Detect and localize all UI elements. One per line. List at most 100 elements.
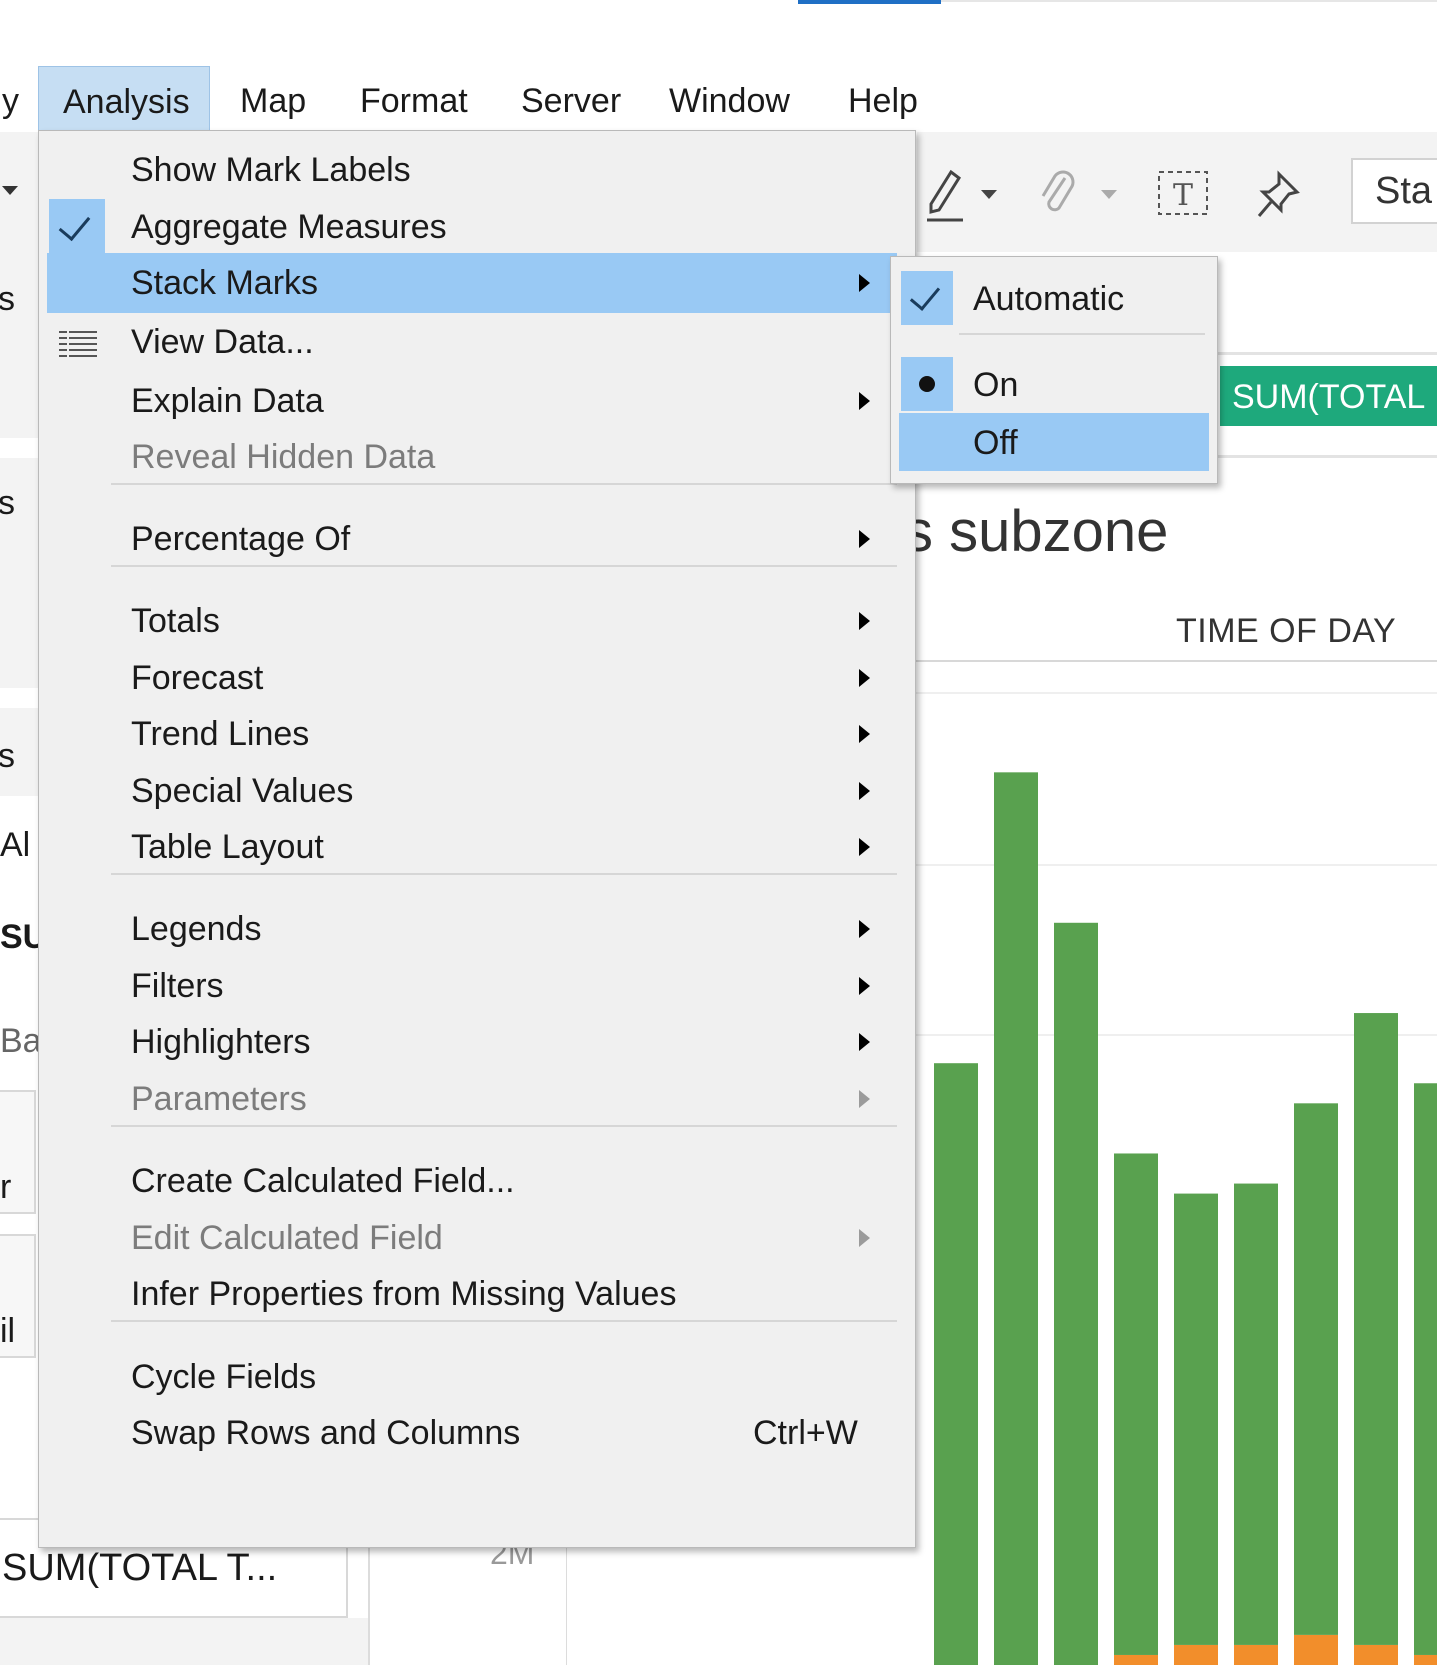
submenu-arrow-icon [859,669,870,687]
menu-item-label: Parameters [131,1080,307,1118]
menu-item-label: Filters [131,967,224,1005]
menu-item-create-calculated-field[interactable]: Create Calculated Field... [47,1151,897,1211]
submenu-arrow-icon [859,392,870,410]
bar-segment-green[interactable] [1294,1103,1338,1635]
menu-item-show-mark-labels[interactable]: Show Mark Labels [47,140,897,200]
menu-item-label: View Data... [131,323,314,361]
menu-server[interactable]: Server [497,66,645,130]
menu-item-special-values[interactable]: Special Values [47,761,897,821]
menu-item-label: Infer Properties from Missing Values [131,1275,677,1313]
rows-measure-pill[interactable]: SUM(TOTAL [1220,366,1437,426]
menu-item-reveal-hidden-data: Reveal Hidden Data [47,427,897,487]
menu-item-forecast[interactable]: Forecast [47,648,897,708]
chevron-down-icon[interactable] [1101,190,1117,199]
submenu-arrow-icon [859,530,870,548]
menu-item-stack-marks[interactable]: Stack Marks [47,253,897,313]
menu-item-highlighters[interactable]: Highlighters [47,1012,897,1072]
submenu-arrow-icon [859,612,870,630]
menu-analysis[interactable]: Analysis [38,66,210,130]
menu-item-table-layout[interactable]: Table Layout [47,817,897,877]
menu-item-percentage-of[interactable]: Percentage Of [47,509,897,569]
menu-map[interactable]: Map [216,66,330,130]
bar-segment-green[interactable] [1234,1183,1278,1645]
submenu-arrow-icon [859,1090,870,1108]
mark-type-select[interactable]: Ba [0,1022,42,1061]
bar-segment-green[interactable] [1354,1013,1398,1645]
menu-item-filters[interactable]: Filters [47,956,897,1016]
menu-item-view-data[interactable]: View Data... [47,312,897,372]
menu-item-parameters: Parameters [47,1069,897,1129]
left-panel-footer [0,1618,370,1665]
menu-item-infer-properties[interactable]: Infer Properties from Missing Values [47,1264,897,1324]
menu-item-legends[interactable]: Legends [47,899,897,959]
menu-item-label: Aggregate Measures [131,208,447,246]
bar-segment-green[interactable] [1054,922,1098,1665]
menu-item-label: Legends [131,910,262,948]
menu-item-label: Edit Calculated Field [131,1219,443,1257]
bar-segment-green[interactable] [1414,1083,1437,1655]
menu-separator [959,333,1205,335]
menu-window[interactable]: Window [645,66,814,130]
bar-segment-orange[interactable] [1354,1644,1398,1665]
submenu-item-label: On [973,366,1019,404]
bar-segment-green[interactable] [934,1063,978,1665]
check-icon [49,199,105,255]
marks-all-label: Al [0,826,31,864]
bar-chart [934,772,1437,1665]
show-me-button[interactable]: Sta [1351,158,1437,224]
text-box-icon[interactable]: T [1157,170,1209,226]
submenu-item-off[interactable]: Off [899,413,1209,471]
menu-item-label: Percentage Of [131,520,351,558]
menu-item-label: Trend Lines [131,715,310,753]
menu-help[interactable]: Help [824,66,942,130]
bar-segment-green[interactable] [1114,1153,1158,1655]
highlight-pen-icon[interactable] [925,168,965,234]
menu-separator [111,1125,897,1127]
menu-item-explain-data[interactable]: Explain Data [47,371,897,431]
menu-label: Help [848,82,918,120]
column-header: TIME OF DAY [1176,612,1397,650]
panel-label-fragment: s [0,737,15,775]
menu-story[interactable]: y [0,66,43,130]
menu-item-label: Explain Data [131,382,324,420]
radio-dot-icon [901,357,953,411]
menu-item-label: Swap Rows and Columns [131,1414,521,1452]
submenu-item-on[interactable]: On [899,355,1209,413]
menu-item-edit-calculated-field: Edit Calculated Field [47,1208,897,1268]
menu-item-label: Totals [131,602,220,640]
menu-item-aggregate-measures[interactable]: Aggregate Measures [47,197,897,257]
panel-label-fragment: s [0,484,15,522]
paperclip-icon[interactable] [1037,168,1077,230]
bar-segment-orange[interactable] [1414,1654,1437,1665]
toolbar: T Sta [917,132,1437,252]
bar-segment-orange[interactable] [1294,1634,1338,1665]
submenu-arrow-icon [859,920,870,938]
bar-segment-green[interactable] [1174,1193,1218,1645]
menu-item-label: Cycle Fields [131,1358,317,1396]
menu-separator [111,565,897,567]
menu-format[interactable]: Format [336,66,492,130]
bar-segment-orange[interactable] [1174,1644,1218,1665]
detail-label-fragment: il [0,1312,16,1350]
menu-bar: y Analysis Map Format Server Window Help [0,66,1437,130]
bar-segment-green[interactable] [994,772,1038,1665]
menu-item-cycle-fields[interactable]: Cycle Fields [47,1347,897,1407]
menu-label: Window [669,82,790,120]
pin-icon[interactable] [1255,170,1301,230]
view-title: s subzone [904,499,1169,564]
bar-segment-orange[interactable] [1234,1644,1278,1665]
menu-item-totals[interactable]: Totals [47,591,897,651]
menu-item-label: Forecast [131,659,264,697]
panel-label-fragment: s [0,280,15,318]
menu-item-swap-rows-columns[interactable]: Swap Rows and Columns Ctrl+W [47,1403,897,1463]
submenu-item-automatic[interactable]: Automatic [899,269,1209,327]
bar-segment-orange[interactable] [1114,1654,1158,1665]
menu-item-label: Highlighters [131,1023,311,1061]
check-icon [901,271,953,325]
menu-item-label: Show Mark Labels [131,151,411,189]
chevron-down-icon[interactable] [981,190,997,199]
menu-item-trend-lines[interactable]: Trend Lines [47,704,897,764]
submenu-arrow-icon [859,838,870,856]
submenu-item-label: Off [973,424,1018,462]
shortcut-label: Ctrl+W [753,1414,858,1452]
